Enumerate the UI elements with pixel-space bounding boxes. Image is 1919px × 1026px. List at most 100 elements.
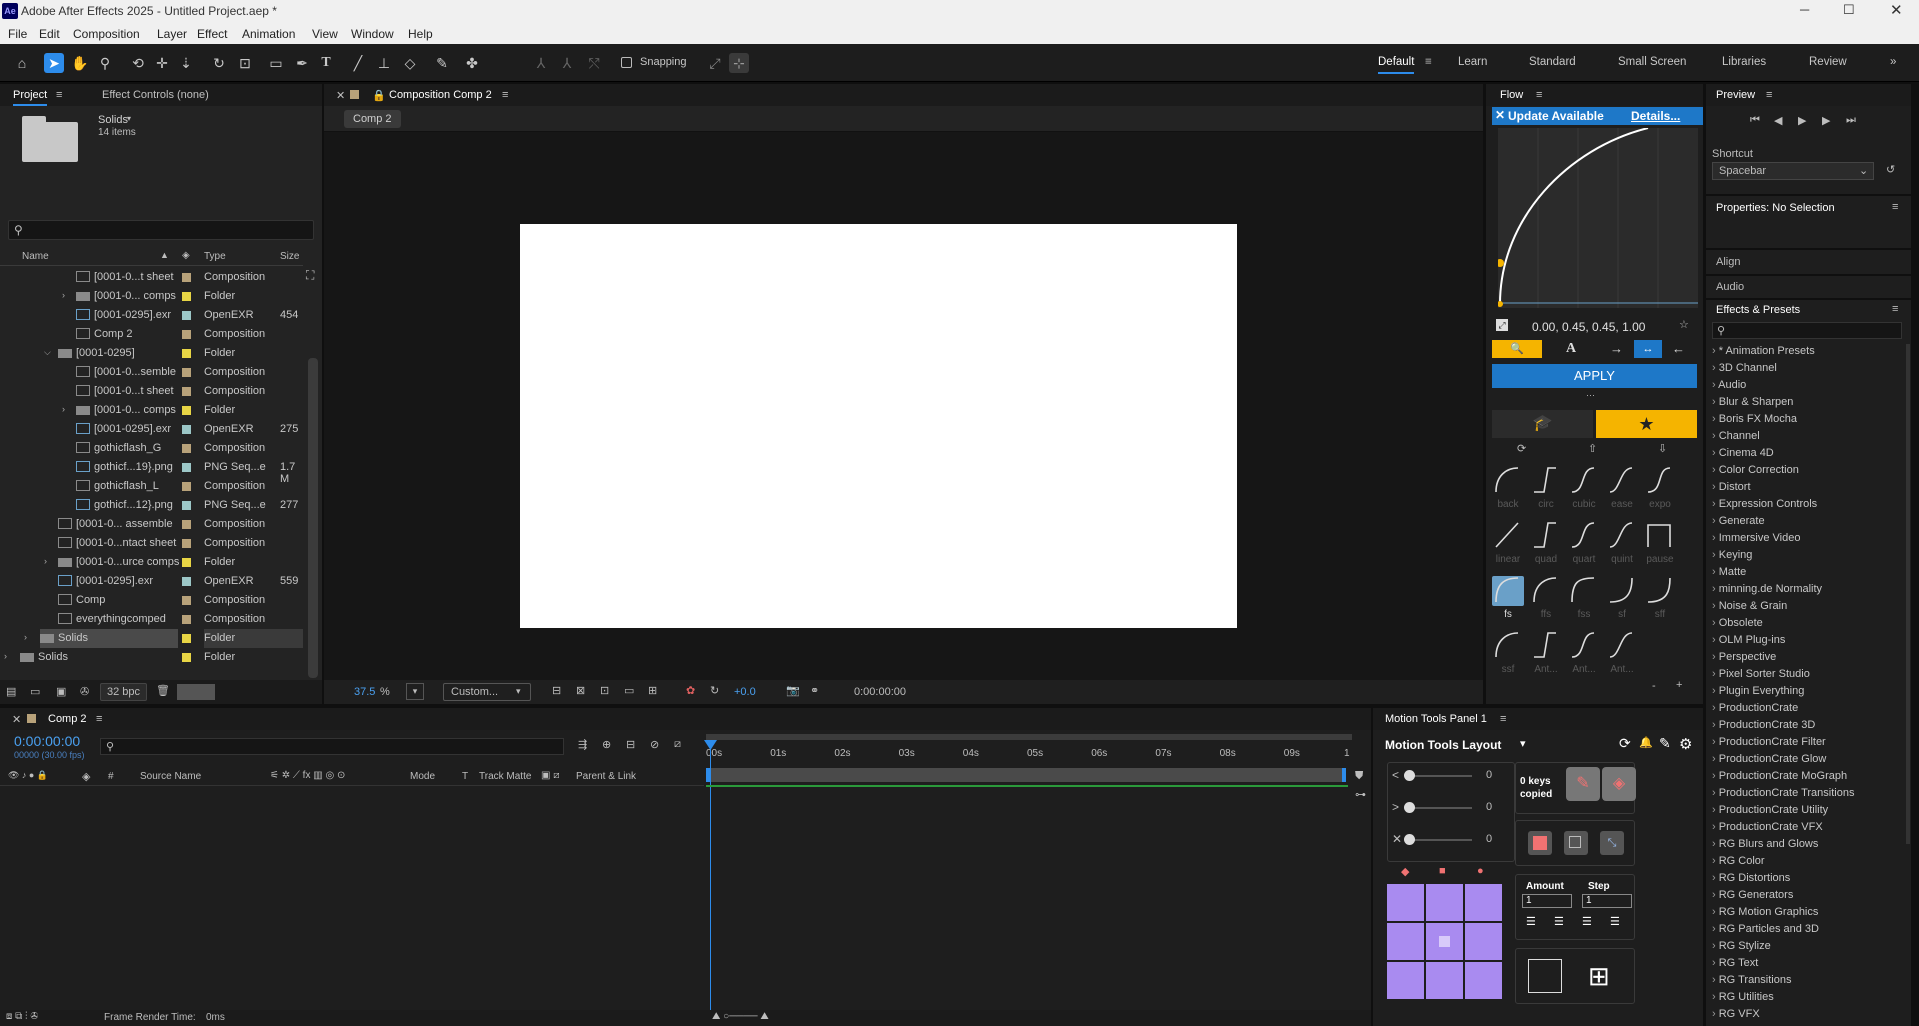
null-layer-icon[interactable]	[1564, 831, 1588, 855]
effect-category[interactable]: › ProductionCrate Utility	[1712, 804, 1902, 821]
effect-category[interactable]: › Expression Controls	[1712, 498, 1902, 515]
expand-arrow-icon[interactable]: ›	[62, 404, 65, 414]
motion-tools-menu-icon[interactable]: ≡	[1500, 713, 1506, 725]
effect-category[interactable]: › minning.de Normality	[1712, 583, 1902, 600]
effect-category[interactable]: › ProductionCrate VFX	[1712, 821, 1902, 838]
solid-layer-icon[interactable]	[1528, 831, 1552, 855]
maximize-icon[interactable]: ☐	[1843, 2, 1855, 18]
new-comp-icon[interactable]: ▣	[56, 685, 66, 698]
favorite-icon[interactable]: ☆	[1679, 318, 1689, 331]
motion-tools-tab[interactable]: Motion Tools Panel 1	[1385, 713, 1487, 725]
ease-preset[interactable]: fss	[1568, 576, 1600, 628]
effect-category[interactable]: › ProductionCrate Filter	[1712, 736, 1902, 753]
zoom-dropdown-icon[interactable]: ▾	[406, 683, 424, 700]
keyframe-square-icon[interactable]: ■	[1439, 865, 1446, 877]
pan-behind-tool-icon[interactable]: ⊡	[235, 53, 255, 73]
project-item-row[interactable]: › [0001-0... comps Folder	[0, 287, 303, 306]
draft-3d-icon[interactable]: ⊕	[602, 738, 611, 751]
bell-icon[interactable]: 🔔	[1639, 736, 1653, 749]
expand-arrow-icon[interactable]: ›	[44, 556, 47, 566]
first-frame-icon[interactable]: ⏮	[1750, 114, 1760, 127]
anchor-cell[interactable]	[1465, 884, 1502, 921]
label-swatch[interactable]	[182, 368, 191, 377]
effect-category[interactable]: › Audio	[1712, 379, 1902, 396]
effect-category[interactable]: › Obsolete	[1712, 617, 1902, 634]
ease-both-slider[interactable]	[1404, 834, 1472, 845]
ease-preset[interactable]: linear	[1492, 521, 1524, 573]
layout-dropdown-icon[interactable]: ▾	[1520, 737, 1526, 750]
hand-tool-icon[interactable]: ✋	[70, 53, 90, 73]
axis-view-icon[interactable]: ⤲	[584, 53, 604, 73]
label-swatch[interactable]	[182, 539, 191, 548]
time-navigator-bar[interactable]	[706, 768, 1346, 782]
effect-category[interactable]: › RG Distortions	[1712, 872, 1902, 889]
name-column-header[interactable]: Name	[22, 251, 49, 262]
copy-keys-icon[interactable]: ✎	[1566, 767, 1600, 801]
project-item-row[interactable]: gothicf...12}.png PNG Seq...e 277	[0, 496, 303, 515]
settings-gear-icon[interactable]: ⚙	[1679, 735, 1692, 753]
menu-file[interactable]: File	[8, 27, 27, 41]
render-queue-icon[interactable]: ✇	[80, 685, 89, 698]
anchor-cell[interactable]	[1387, 962, 1424, 999]
reset-exposure-icon[interactable]: ↻	[710, 684, 719, 697]
zoom-value[interactable]: 37.5	[354, 686, 375, 698]
close-icon[interactable]: ✕	[1495, 108, 1505, 122]
snap-features-icon[interactable]: ⊹	[729, 53, 749, 73]
effect-category[interactable]: › ProductionCrate 3D	[1712, 719, 1902, 736]
zoom-tool-icon[interactable]: ⚲	[95, 53, 115, 73]
ease-preset[interactable]: sff	[1644, 576, 1676, 628]
learn-tab[interactable]: 🎓	[1492, 410, 1593, 438]
flowchart-icon[interactable]: ⛶	[306, 268, 314, 283]
zoom-slider[interactable]: ⛰ ○──── ⛰	[712, 1011, 769, 1022]
shortcut-dropdown[interactable]: Spacebar ⌄	[1712, 162, 1874, 180]
effect-category[interactable]: › Distort	[1712, 481, 1902, 498]
timeline-tab[interactable]: Comp 2	[48, 713, 87, 725]
label-swatch[interactable]	[182, 292, 191, 301]
motion-blur-icon[interactable]: ⊘	[650, 738, 659, 751]
rectangle-tool-icon[interactable]: ▭	[266, 53, 286, 73]
ease-preset[interactable]: ssf	[1492, 631, 1524, 683]
next-frame-icon[interactable]: ▶	[1822, 114, 1830, 127]
project-item-row[interactable]: ⌵ [0001-0295] Folder	[0, 344, 303, 363]
show-snapshot-icon[interactable]: ⚭	[810, 684, 819, 697]
project-item-row[interactable]: [0001-0...semble Composition	[0, 363, 303, 382]
align-justify-icon[interactable]: ☰	[1582, 915, 1592, 928]
composition-tab[interactable]: Composition Comp 2	[389, 89, 492, 101]
label-swatch[interactable]	[182, 444, 191, 453]
label-swatch[interactable]	[182, 273, 191, 282]
label-swatch[interactable]	[182, 406, 191, 415]
bezier-values[interactable]: 0.00, 0.45, 0.45, 1.00	[1532, 320, 1645, 334]
ease-preset[interactable]: Ant...	[1530, 631, 1562, 683]
menu-composition[interactable]: Composition	[73, 27, 140, 41]
amount-input[interactable]: 1	[1522, 894, 1572, 908]
rotate-tool-icon[interactable]: ↻	[209, 53, 229, 73]
menu-help[interactable]: Help	[408, 27, 433, 41]
anchor-grid[interactable]	[1387, 884, 1505, 1000]
anchor-cell[interactable]	[1426, 923, 1463, 960]
project-tab[interactable]: Project	[13, 89, 48, 106]
snapping-checkbox[interactable]	[621, 57, 632, 68]
comp-canvas[interactable]	[520, 224, 1237, 628]
comp-button-icon[interactable]: ⊶	[1355, 788, 1366, 801]
ease-preset[interactable]: quart	[1568, 521, 1600, 573]
interpret-footage-icon[interactable]: ▤	[6, 685, 16, 698]
effect-category[interactable]: › Perspective	[1712, 651, 1902, 668]
anchor-cell[interactable]	[1426, 884, 1463, 921]
anchor-cell[interactable]	[1426, 962, 1463, 999]
parent-link-column[interactable]: Parent & Link	[576, 771, 636, 782]
resolution-dropdown[interactable]: Custom... ▾	[443, 683, 531, 701]
effect-category[interactable]: › RG VFX	[1712, 1008, 1902, 1025]
ease-preset[interactable]: circ	[1530, 466, 1562, 518]
menu-animation[interactable]: Animation	[242, 27, 295, 41]
effect-category[interactable]: › ProductionCrate	[1712, 702, 1902, 719]
label-column-icon[interactable]: ◈	[182, 250, 190, 261]
workspace-libraries[interactable]: Libraries	[1722, 56, 1766, 68]
snap-edges-icon[interactable]: ⤢	[705, 53, 725, 73]
project-item-row[interactable]: [0001-0...ntact sheet Composition	[0, 534, 303, 553]
project-menu-icon[interactable]: ≡	[56, 89, 62, 101]
ease-out-icon[interactable]: ←	[1672, 341, 1685, 356]
label-swatch[interactable]	[182, 634, 191, 643]
edit-values-icon[interactable]: ⤢	[1496, 319, 1508, 331]
brush-tool-icon[interactable]: ╱	[348, 53, 368, 73]
align-right-icon[interactable]: ☰	[1610, 915, 1620, 928]
